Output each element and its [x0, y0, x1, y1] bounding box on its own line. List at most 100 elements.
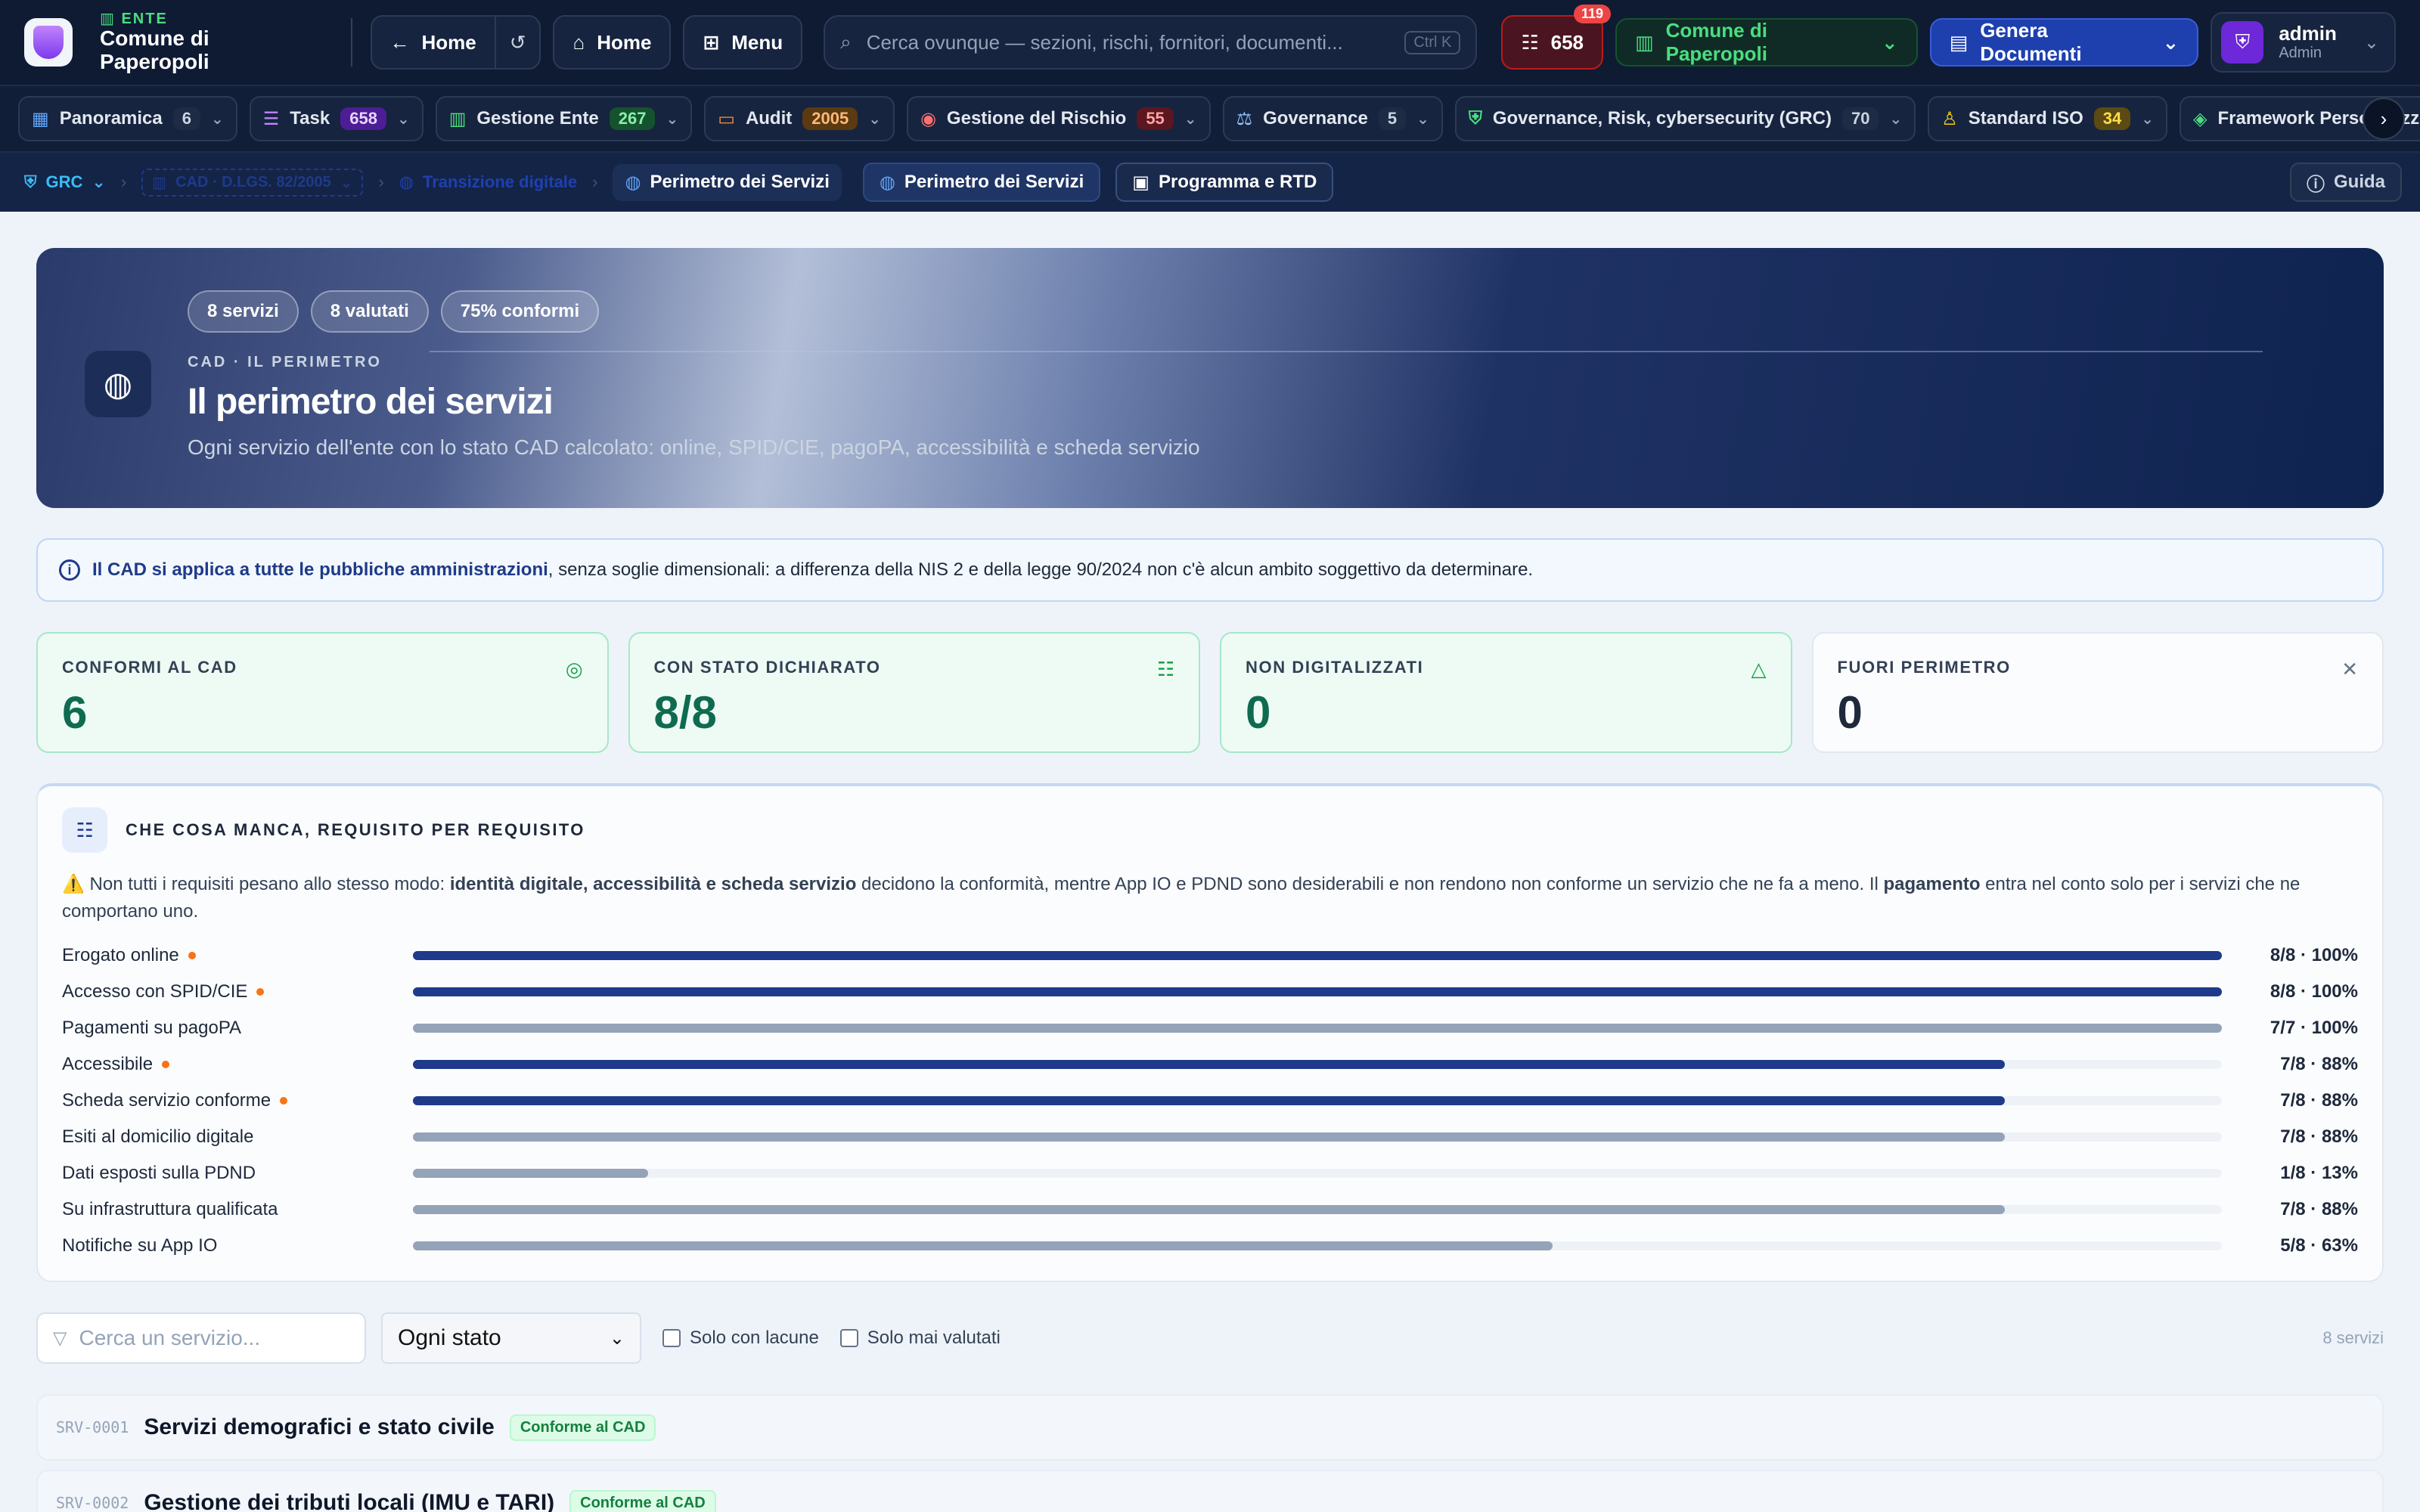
module-bar: ▦ Panoramica 6 ⌄ ☰ Task 658 ⌄ ▥ Gestione Ente 267 ⌄…: [0, 85, 2420, 151]
never-evaluated-checkbox[interactable]: Solo mai valutati: [839, 1328, 1001, 1349]
history-icon[interactable]: ↺: [494, 17, 540, 68]
requirement-label: Pagamenti su pagoPA: [62, 1018, 242, 1038]
global-search-input[interactable]: ⌕ Cerca ovunque — sezioni, rischi, forni…: [824, 15, 1478, 70]
chevron-down-icon: ⌄: [340, 174, 353, 191]
service-search-input[interactable]: ▽ Cerca un servizio...: [36, 1312, 366, 1364]
module-tab-2[interactable]: ▥ Gestione Ente 267 ⌄: [435, 96, 693, 141]
user-menu[interactable]: ⛨ admin Admin ⌄: [2211, 12, 2397, 73]
requirements-title: CHE COSA MANCA, REQUISITO PER REQUISITO: [126, 820, 585, 839]
service-row[interactable]: SRV-0001 Servizi demografici e stato civ…: [36, 1394, 2384, 1461]
status-select[interactable]: Ogni stato ⌄: [381, 1312, 641, 1364]
module-icon: ▦: [32, 108, 49, 129]
guide-button[interactable]: ⓘ Guida: [2289, 163, 2402, 202]
requirement-label: Accessibile: [62, 1054, 154, 1074]
progress-track: [413, 1096, 2222, 1105]
checklist-icon: ☷: [62, 807, 107, 853]
chevron-down-icon: ⌄: [1416, 110, 1429, 128]
chevron-right-icon[interactable]: ›: [2363, 98, 2405, 140]
service-name: Servizi demografici e stato civile: [144, 1414, 495, 1439]
menu-button[interactable]: ⊞ Menu: [683, 15, 803, 70]
globe-icon: ◍: [85, 351, 151, 417]
requirement-row: Scheda servizio conforme 7/8 · 88%: [62, 1083, 2358, 1119]
ente-tag: ▥ ENTE: [100, 11, 168, 28]
breadcrumb-transizione[interactable]: ◍ Transizione digitale: [399, 172, 577, 192]
close-icon: ✕: [2341, 658, 2358, 680]
core-requirement-dot: [256, 988, 265, 996]
kpi-row: CONFORMI AL CAD 6 ◎ CON STATO DICHIARATO…: [36, 632, 2384, 753]
progress-track: [413, 951, 2222, 960]
module-label: Governance: [1263, 108, 1368, 129]
back-home-button[interactable]: ← Home: [372, 17, 495, 68]
chevron-down-icon: ⌄: [666, 110, 679, 128]
service-row[interactable]: SRV-0002 Gestione dei tributi locali (IM…: [36, 1470, 2384, 1512]
filters-bar: ▽ Cerca un servizio... Ogni stato ⌄ Solo…: [36, 1312, 2384, 1364]
module-count: 2005: [802, 107, 858, 130]
ente-name: Comune di Paperopoli: [100, 26, 209, 73]
info-icon: i: [59, 559, 80, 581]
home-button[interactable]: ⌂ Home: [553, 15, 672, 70]
module-count: 5: [1378, 107, 1407, 130]
module-tab-0[interactable]: ▦ Panoramica 6 ⌄: [18, 96, 237, 141]
kpi-stato-dichiarato: CON STATO DICHIARATO 8/8 ☷: [628, 632, 1200, 753]
module-label: Standard ISO: [1968, 108, 2083, 129]
module-count: 658: [340, 107, 386, 130]
divider: [350, 18, 352, 67]
module-label: Panoramica: [59, 108, 163, 129]
module-icon: ⚖: [1236, 108, 1253, 129]
search-placeholder: Cerca ovunque — sezioni, rischi, fornito…: [866, 30, 1343, 54]
kpi-conformi: CONFORMI AL CAD 6 ◎: [36, 632, 609, 753]
module-count: 70: [1842, 107, 1879, 130]
document-icon: ▤: [1949, 30, 1969, 54]
module-icon: ♙: [1941, 108, 1958, 129]
requirement-label: Su infrastruttura qualificata: [62, 1199, 278, 1219]
pill-compliant: 75% conformi: [440, 290, 600, 333]
module-icon: ☰: [262, 108, 280, 129]
kpi-non-digitalizzati: NON DIGITALIZZATI 0 △: [1220, 632, 1792, 753]
status-badge: Conforme al CAD: [569, 1489, 716, 1512]
chevron-down-icon: ⌄: [2162, 30, 2180, 54]
module-tab-7[interactable]: ♙ Standard ISO 34 ⌄: [1928, 96, 2168, 141]
module-icon: ▭: [718, 108, 735, 129]
notification-badge: 119: [1573, 5, 1612, 23]
requirement-value: 7/7 · 100%: [2270, 1018, 2358, 1038]
module-tab-3[interactable]: ▭ Audit 2005 ⌄: [704, 96, 895, 141]
requirement-label: Notifiche su App IO: [62, 1235, 218, 1256]
core-requirement-dot: [280, 1097, 288, 1105]
chevron-down-icon: ⌄: [1889, 110, 1903, 128]
requirement-value: 7/8 · 88%: [2280, 1199, 2358, 1219]
user-role: Admin: [2279, 44, 2322, 61]
breadcrumb: ⛨ GRC ⌄ › ▥ CAD · D.LGS. 82/2005 ⌄ › ◍ Transi…: [0, 151, 2420, 212]
requirement-value: 7/8 · 88%: [2280, 1090, 2358, 1111]
tasks-button[interactable]: ☷ 658 119: [1501, 5, 1612, 70]
progress-track: [413, 987, 2222, 996]
requirements-header: ☷ CHE COSA MANCA, REQUISITO PER REQUISIT…: [62, 807, 2358, 853]
chevron-down-icon: ⌄: [1881, 30, 1898, 54]
requirement-value: 5/8 · 63%: [2280, 1235, 2358, 1256]
module-tab-6[interactable]: ⛨ Governance, Risk, cybersecurity (GRC) 70…: [1454, 96, 1916, 141]
requirement-label: Esiti al domicilio digitale: [62, 1126, 254, 1147]
module-label: Gestione Ente: [476, 108, 599, 129]
search-shortcut: Ctrl K: [1404, 30, 1461, 54]
module-count: 34: [2093, 107, 2131, 130]
module-tab-5[interactable]: ⚖ Governance 5 ⌄: [1222, 96, 1443, 141]
chevron-down-icon: ⌄: [2363, 32, 2380, 53]
module-tab-1[interactable]: ☰ Task 658 ⌄: [249, 96, 424, 141]
tab-programma[interactable]: ▣ Programma e RTD: [1115, 163, 1334, 202]
breadcrumb-cad[interactable]: ▥ CAD · D.LGS. 82/2005 ⌄: [141, 168, 364, 197]
core-requirement-dot: [162, 1061, 170, 1068]
ente-logo[interactable]: [24, 18, 73, 67]
only-gaps-checkbox[interactable]: Solo con lacune: [662, 1328, 819, 1349]
progress-track: [413, 1060, 2222, 1069]
breadcrumb-grc[interactable]: ⛨ GRC ⌄: [24, 172, 106, 192]
requirement-label: Accesso con SPID/CIE: [62, 981, 248, 1002]
requirement-label: Scheda servizio conforme: [62, 1090, 271, 1111]
requirement-row: Accesso con SPID/CIE 8/8 · 100%: [62, 974, 2358, 1010]
module-tab-4[interactable]: ◉ Gestione del Rischio 55 ⌄: [906, 96, 1211, 141]
requirements-card: ☷ CHE COSA MANCA, REQUISITO PER REQUISIT…: [36, 783, 2384, 1282]
progress-fill: [413, 1060, 2005, 1069]
service-code: SRV-0001: [56, 1418, 129, 1436]
ente-selector[interactable]: ▥ Comune di Paperopoli ⌄: [1615, 18, 1918, 67]
requirement-row: Pagamenti su pagoPA 7/7 · 100%: [62, 1010, 2358, 1046]
generate-documents-button[interactable]: ▤ Genera Documenti ⌄: [1929, 18, 2199, 67]
tab-perimetro[interactable]: ◍ Perimetro dei Servizi: [862, 163, 1101, 202]
